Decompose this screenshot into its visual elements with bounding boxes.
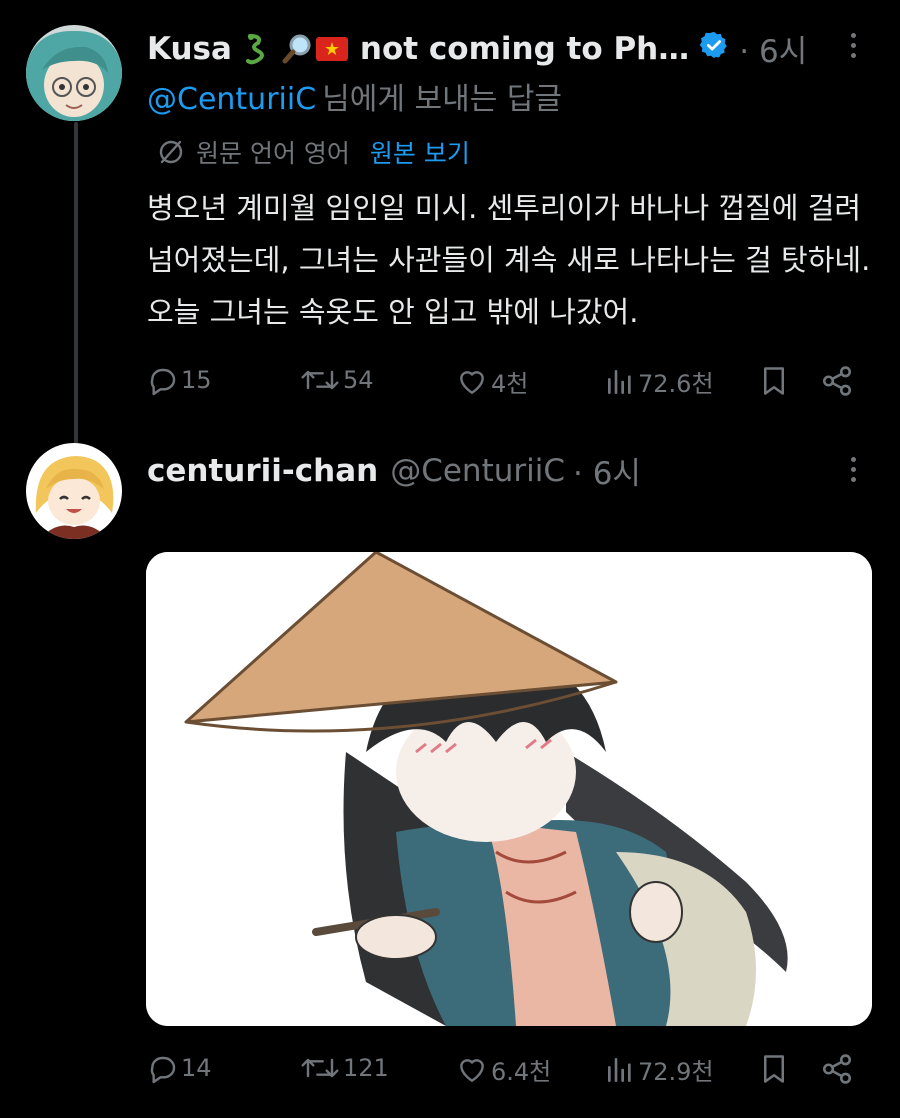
heart-icon: [460, 370, 484, 394]
tweet1-bookmark-button[interactable]: [759, 364, 791, 398]
vietnam-flag-icon: [315, 36, 348, 61]
tweet1-display-name[interactable]: Kusa: [147, 31, 232, 67]
tweet1-actions: 15 54 4천 72.6천: [147, 364, 862, 404]
verified-badge-icon: [699, 30, 729, 68]
tweet2-repost-button[interactable]: 121: [299, 1052, 389, 1084]
tweet2-header: centurii-chan @CenturiiC · 6시: [147, 448, 641, 493]
tweet2-handle[interactable]: @CenturiiC: [390, 453, 565, 489]
tweet1-like-button[interactable]: 4천: [455, 364, 528, 399]
tweet1-like-count: 4천: [491, 370, 529, 398]
avatar-kusa[interactable]: [26, 25, 122, 121]
tweet2-bookmark-button[interactable]: [759, 1052, 791, 1086]
illustration-girl-with-conical-hat: [146, 552, 872, 1026]
tweet2-reply-button[interactable]: 14: [147, 1052, 212, 1084]
dragon-emoji-icon: [242, 33, 268, 65]
tweet1-name-suffix[interactable]: not coming to Ph…: [360, 31, 689, 67]
tweet1-views-count: 72.6천: [638, 370, 714, 398]
tweet1-repost-count: 54: [343, 366, 374, 394]
magnifying-glass-emoji-icon: [282, 34, 312, 64]
tweet1-time[interactable]: · 6시: [739, 26, 807, 71]
tweet1-reply-count: 15: [181, 366, 212, 394]
share-icon: [822, 1054, 852, 1084]
tweet2-time[interactable]: · 6시: [573, 448, 641, 493]
show-original-link[interactable]: 원본 보기: [370, 134, 470, 170]
tweet1-reply-button[interactable]: 15: [147, 364, 212, 396]
views-icon: [608, 1057, 631, 1082]
tweet2-media-image[interactable]: [146, 552, 872, 1026]
reply-to-handle-link[interactable]: @CenturiiC: [147, 82, 316, 117]
tweet1-text: 병오년 계미월 임인일 미시. 센투리이가 바나나 껍질에 걸려 넘어졌는데, …: [147, 191, 871, 329]
tweet1-views-button[interactable]: 72.6천: [604, 364, 714, 399]
tweet2-more-icon[interactable]: [838, 454, 868, 484]
tweet2-reply-count: 14: [181, 1054, 212, 1082]
reply-to-suffix: 님에게 보내는 답글: [322, 82, 563, 117]
repost-icon: [301, 1058, 339, 1078]
reply-icon: [150, 1056, 176, 1084]
tweet2-actions: 14 121 6.4천 72.9천: [147, 1052, 862, 1092]
share-icon: [822, 366, 852, 396]
tweet1-repost-button[interactable]: 54: [299, 364, 374, 396]
repost-icon: [301, 370, 339, 390]
translate-icon: [159, 140, 183, 164]
bookmark-icon: [764, 1055, 784, 1083]
translation-label: 원문 언어 영어: [196, 139, 350, 168]
tweet1-more-icon[interactable]: [838, 30, 868, 60]
tweet2-like-button[interactable]: 6.4천: [455, 1052, 551, 1087]
tweet2-like-count: 6.4천: [491, 1058, 552, 1086]
reply-icon: [150, 368, 176, 396]
tweet1-reply-context: @CenturiiC 님에게 보내는 답글: [147, 74, 562, 118]
thread-connector-line: [74, 122, 78, 444]
tweet2-views-button[interactable]: 72.9천: [604, 1052, 714, 1087]
views-icon: [608, 369, 631, 394]
avatar-centurii-chan[interactable]: [26, 443, 122, 539]
tweet2-views-count: 72.9천: [638, 1058, 714, 1086]
tweet2-display-name[interactable]: centurii-chan: [147, 453, 378, 489]
translation-notice: 원문 언어 영어 원본 보기: [158, 134, 470, 170]
tweet2-share-button[interactable]: [820, 1052, 856, 1086]
bookmark-icon: [764, 367, 784, 395]
tweet2-repost-count: 121: [343, 1054, 389, 1082]
tweet1-header: Kusa not coming to Ph… · 6시: [147, 26, 807, 71]
tweet1-share-button[interactable]: [820, 364, 856, 398]
heart-icon: [460, 1058, 484, 1082]
